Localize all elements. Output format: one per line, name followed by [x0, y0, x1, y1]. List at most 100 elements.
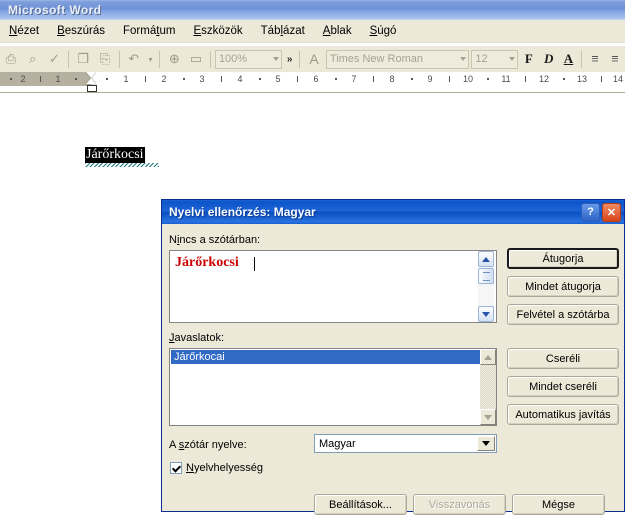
scrollbar-track[interactable]	[480, 365, 496, 409]
autocorrect-label: Automatikus javítás	[515, 409, 610, 421]
scroll-up-icon[interactable]	[478, 251, 494, 267]
menu-item-eszkozok[interactable]: Eszközök	[184, 23, 251, 39]
ruler-tick-1: 1	[123, 74, 128, 84]
spelling-dialog[interactable]: Nyelvi ellenőrzés: Magyar ? ✕ Nincs a sz…	[161, 199, 625, 512]
left-indent-icon[interactable]	[87, 85, 97, 92]
ruler-tick-14: 14	[613, 74, 623, 84]
dictionary-language-combo[interactable]: Magyar	[314, 434, 497, 453]
ruler-tick-left-2: 2	[20, 74, 25, 84]
scroll-down-icon[interactable]	[480, 409, 496, 425]
zoom-value: 100%	[219, 53, 247, 65]
toolbar-separator	[119, 51, 120, 68]
dialog-titlebar: Nyelvi ellenőrzés: Magyar ? ✕	[162, 200, 624, 224]
hanging-indent-icon[interactable]	[86, 78, 96, 84]
not-in-dictionary-label: Nincs a szótárban:	[169, 234, 260, 246]
menu-item-beszuras[interactable]: Beszúrás	[48, 23, 114, 39]
spelling-error-squiggle-icon	[85, 163, 159, 167]
dictionary-language-value: Magyar	[319, 438, 356, 450]
menu-item-tablazat[interactable]: Táblázat	[252, 23, 314, 39]
align-center-button[interactable]: ≡	[605, 49, 625, 69]
dictionary-language-label: A szótár nyelve:	[169, 439, 247, 451]
menu-item-formatum[interactable]: Formátum	[114, 23, 184, 39]
add-to-dictionary-button[interactable]: Felvétel a szótárba	[507, 304, 619, 325]
suggestions-scrollbar[interactable]	[480, 349, 496, 425]
undo-icon[interactable]: ↶	[123, 48, 145, 70]
not-in-dictionary-scrollbar[interactable]	[478, 251, 494, 322]
not-in-dictionary-textbox[interactable]: Járőrkocsi	[169, 250, 497, 323]
close-icon[interactable]: ✕	[602, 203, 621, 222]
copy-icon[interactable]: ❐	[72, 48, 94, 70]
toolbar-separator	[68, 51, 69, 68]
print-icon[interactable]: ⎙	[0, 48, 22, 70]
paste-icon[interactable]: ⎘	[94, 48, 116, 70]
toolbar-separator	[210, 51, 211, 68]
insert-hyperlink-icon[interactable]: ⊕	[163, 48, 185, 70]
font-name-combo[interactable]: Times New Roman	[326, 50, 470, 69]
menu-item-ablak[interactable]: Ablak	[314, 23, 361, 39]
not-in-dictionary-value: Járőrkocsi	[175, 255, 239, 271]
toolbar-more-buttons[interactable]: »	[283, 48, 296, 70]
ruler-tick-13: 13	[577, 74, 587, 84]
ruler-tick-12: 12	[539, 74, 549, 84]
scroll-up-icon[interactable]	[480, 349, 496, 365]
grammar-checkbox-label[interactable]: Nyelvhelyesség	[186, 462, 263, 474]
ignore-once-button[interactable]: Átugorja	[507, 248, 619, 269]
ruler-tick-7: 7	[351, 74, 356, 84]
dialog-title: Nyelvi ellenőrzés: Magyar	[169, 205, 316, 219]
tables-borders-icon[interactable]: ▭	[185, 48, 207, 70]
zoom-combo[interactable]: 100%	[215, 50, 282, 69]
text-caret	[254, 257, 255, 271]
font-name-value: Times New Roman	[330, 53, 423, 65]
change-label: Cseréli	[546, 353, 580, 365]
scroll-down-icon[interactable]	[478, 306, 494, 322]
dialog-body: Nincs a szótárban: Járőrkocsi Javaslatok…	[162, 224, 624, 513]
scrollbar-track[interactable]	[478, 285, 494, 306]
chevron-down-icon[interactable]	[509, 57, 515, 61]
toolbar-separator	[299, 51, 300, 68]
chevron-down-icon[interactable]	[477, 436, 495, 451]
suggestions-listbox[interactable]: Járőrkocai	[169, 348, 497, 426]
cancel-label: Mégse	[542, 499, 575, 511]
grammar-checkbox[interactable]	[170, 462, 182, 474]
standard-toolbar: ⎙ ⌕ ✓ ❐ ⎘ ↶ ▾ ⊕ ▭ 100% » A Times New Rom…	[0, 46, 625, 73]
grammar-checkbox-row[interactable]: Nyelvhelyesség	[170, 462, 263, 474]
underline-button[interactable]: A	[559, 49, 579, 69]
window-titlebar: Microsoft Word	[0, 0, 625, 20]
menu-item-nezet[interactable]: Nézet	[0, 23, 48, 39]
ignore-all-button[interactable]: Mindet átugorja	[507, 276, 619, 297]
spelling-check-icon[interactable]: ✓	[44, 48, 66, 70]
styles-formatting-icon[interactable]: A	[303, 48, 325, 70]
change-button[interactable]: Cseréli	[507, 348, 619, 369]
indent-marker[interactable]	[86, 72, 97, 90]
ruler-tick-2: 2	[161, 74, 166, 84]
undo-dropdown-icon[interactable]: ▾	[145, 48, 157, 70]
ignore-once-label: Átugorja	[543, 253, 584, 265]
change-all-label: Mindet cseréli	[529, 381, 597, 393]
autocorrect-button[interactable]: Automatikus javítás	[507, 404, 619, 425]
document-selected-word[interactable]: Járőrkocsi	[85, 147, 145, 163]
change-all-button[interactable]: Mindet cseréli	[507, 376, 619, 397]
menu-item-sugo[interactable]: Súgó	[361, 23, 406, 39]
print-preview-icon[interactable]: ⌕	[22, 48, 44, 70]
ruler-tick-4: 4	[237, 74, 242, 84]
font-size-value: 12	[475, 53, 487, 65]
ruler-tick-6: 6	[313, 74, 318, 84]
add-to-dictionary-label: Felvétel a szótárba	[517, 309, 610, 321]
italic-button[interactable]: D	[539, 49, 559, 69]
horizontal-ruler[interactable]: 2 1 1 2 3 4 5 6 7 8 9 10 11 12 13 14	[0, 72, 625, 93]
chevron-down-icon[interactable]	[460, 57, 466, 61]
undo-label: Visszavonás	[429, 499, 491, 511]
chevron-down-icon[interactable]	[273, 57, 279, 61]
scrollbar-thumb[interactable]	[478, 268, 494, 284]
toolbar-separator	[159, 51, 160, 68]
suggestion-item-0[interactable]: Járőrkocai	[171, 350, 495, 364]
bold-button[interactable]: F	[519, 49, 539, 69]
toolbar-separator	[581, 51, 582, 68]
menu-item-nezet-rest: ézet	[17, 25, 39, 37]
window-title: Microsoft Word	[0, 3, 101, 17]
options-label: Beállítások...	[329, 499, 392, 511]
font-size-combo[interactable]: 12	[471, 50, 518, 69]
menu-bar: Nézet Beszúrás Formátum Eszközök Tábláza…	[0, 20, 625, 43]
align-left-button[interactable]: ≡	[585, 49, 605, 69]
help-icon[interactable]: ?	[581, 203, 600, 222]
